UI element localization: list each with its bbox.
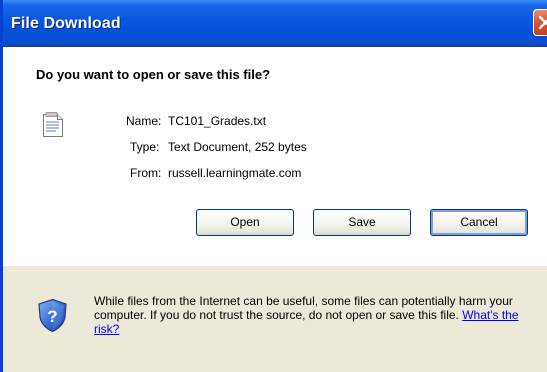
text-file-icon	[43, 112, 63, 137]
warning-panel: ? While files from the Internet can be u…	[3, 266, 547, 372]
type-value: Text Document, 252 bytes	[168, 140, 307, 154]
warning-text: While files from the Internet can be use…	[94, 294, 513, 322]
type-label: Type:	[130, 140, 160, 154]
close-icon	[538, 15, 547, 30]
open-button[interactable]: Open	[196, 209, 294, 236]
dialog-question: Do you want to open or save this file?	[36, 67, 271, 82]
title-bar[interactable]: File Download	[3, 0, 547, 47]
from-label: From:	[130, 166, 162, 180]
warning-message: While files from the Internet can be use…	[94, 294, 544, 336]
name-label: Name:	[126, 114, 162, 128]
file-info-panel: Do you want to open or save this file? N…	[3, 47, 547, 267]
svg-text:?: ?	[47, 307, 57, 326]
file-download-dialog: File Download Do you want to open or sav…	[0, 0, 547, 372]
name-value: TC101_Grades.txt	[168, 114, 267, 128]
save-button[interactable]: Save	[313, 209, 411, 236]
close-button[interactable]	[533, 9, 547, 36]
window-title: File Download	[11, 15, 121, 32]
shield-question-icon: ?	[38, 298, 67, 333]
cancel-button[interactable]: Cancel	[430, 209, 528, 236]
from-value: russell.learningmate.com	[168, 166, 302, 180]
